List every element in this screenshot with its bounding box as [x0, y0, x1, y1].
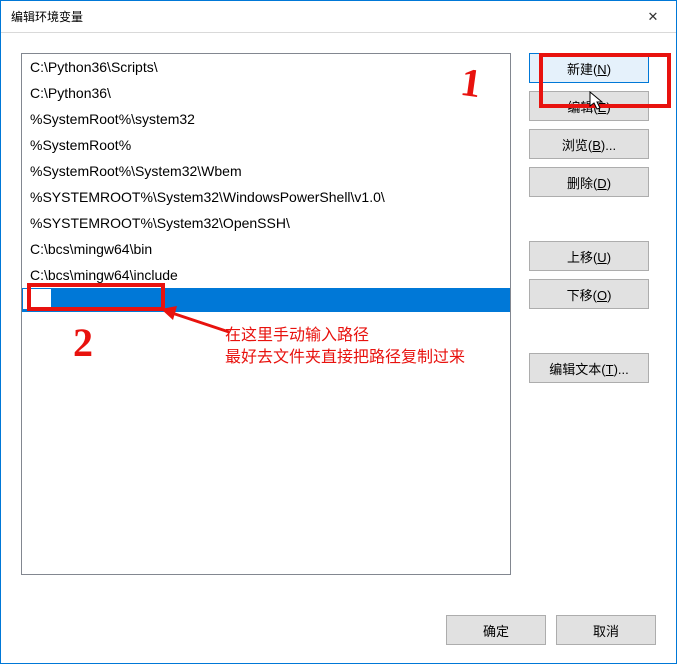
window-title: 编辑环境变量 [11, 8, 83, 25]
delete-button-label: 删除(D) [567, 176, 611, 191]
dialog-footer-buttons: 确定 取消 [446, 615, 656, 645]
list-item[interactable]: %SystemRoot%\System32\Wbem [22, 158, 510, 184]
list-item[interactable]: C:\bcs\mingw64\include [22, 262, 510, 288]
new-button[interactable]: 新建(N) [529, 53, 649, 83]
list-item[interactable]: C:\Python36\ [22, 80, 510, 106]
browse-button-label: 浏览(B)... [562, 138, 616, 153]
move-down-button-label: 下移(O) [567, 288, 612, 303]
edit-button[interactable]: 编辑(E) [529, 91, 649, 121]
edit-button-label: 编辑(E) [567, 100, 610, 115]
edit-text-button[interactable]: 编辑文本(T)... [529, 353, 649, 383]
new-button-label: 新建(N) [567, 62, 611, 77]
cancel-button[interactable]: 取消 [556, 615, 656, 645]
list-item[interactable]: %SystemRoot%\system32 [22, 106, 510, 132]
ok-button[interactable]: 确定 [446, 615, 546, 645]
list-item-editing[interactable] [22, 288, 510, 312]
list-item[interactable]: C:\Python36\Scripts\ [22, 54, 510, 80]
move-down-button[interactable]: 下移(O) [529, 279, 649, 309]
move-up-button-label: 上移(U) [567, 250, 611, 265]
dialog-window: 编辑环境变量 C:\Python36\Scripts\ C:\Python36\… [0, 0, 677, 664]
list-item[interactable]: %SYSTEMROOT%\System32\OpenSSH\ [22, 210, 510, 236]
side-button-column: 新建(N) 编辑(E) 浏览(B)... 删除(D) 上移(U) 下移(O) 编… [529, 53, 649, 575]
list-item[interactable]: %SystemRoot% [22, 132, 510, 158]
close-icon [648, 9, 659, 25]
path-listbox[interactable]: C:\Python36\Scripts\ C:\Python36\ %Syste… [21, 53, 511, 575]
browse-button[interactable]: 浏览(B)... [529, 129, 649, 159]
close-button[interactable] [630, 1, 676, 33]
titlebar: 编辑环境变量 [1, 1, 676, 33]
dialog-content: C:\Python36\Scripts\ C:\Python36\ %Syste… [1, 33, 676, 663]
list-item[interactable]: %SYSTEMROOT%\System32\WindowsPowerShell\… [22, 184, 510, 210]
edit-text-button-label: 编辑文本(T)... [549, 362, 628, 377]
delete-button[interactable]: 删除(D) [529, 167, 649, 197]
list-item[interactable]: C:\bcs\mingw64\bin [22, 236, 510, 262]
path-edit-input[interactable] [23, 289, 51, 309]
move-up-button[interactable]: 上移(U) [529, 241, 649, 271]
